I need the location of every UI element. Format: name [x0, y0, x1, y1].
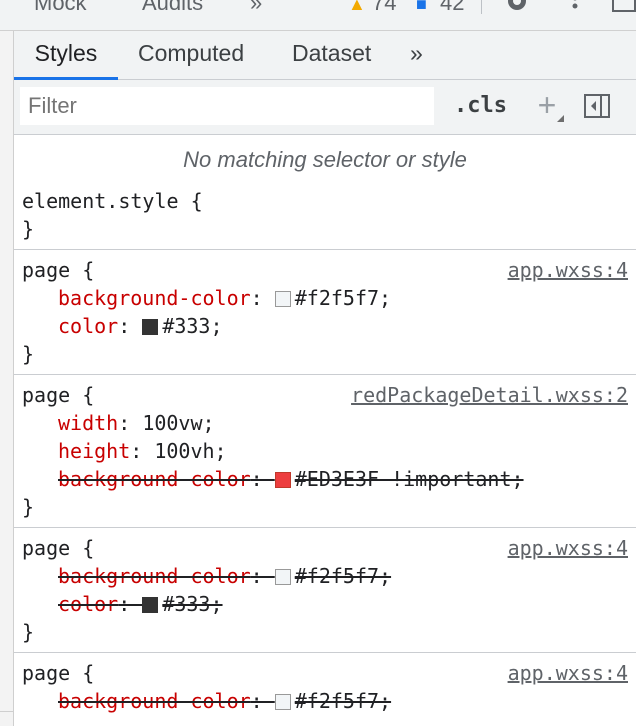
- toggle-sidebar-icon[interactable]: [584, 94, 610, 118]
- style-rule: page { app.wxss:4 background-color: #f2f…: [14, 653, 636, 721]
- style-rule: page { app.wxss:4 background-color: #f2f…: [14, 528, 636, 653]
- color-swatch-icon[interactable]: [142, 319, 159, 335]
- tab-dataset[interactable]: Dataset: [292, 31, 371, 77]
- property-name[interactable]: background-color: [58, 564, 251, 588]
- property-value[interactable]: #f2f5f7;: [295, 286, 391, 310]
- filter-input[interactable]: [20, 87, 434, 125]
- styles-toolbar: .cls +: [14, 80, 636, 135]
- color-swatch-icon[interactable]: [274, 291, 291, 307]
- element-style-close: }: [22, 217, 35, 241]
- rule-source-link[interactable]: redPackageDetail.wxss:2: [351, 381, 628, 409]
- rule-source-link[interactable]: app.wxss:4: [508, 534, 628, 562]
- property-name[interactable]: background-color: [58, 689, 251, 713]
- declaration-overridden[interactable]: background-color: #ED3E3F !important;: [22, 465, 628, 493]
- no-match-message: No matching selector or style: [183, 147, 467, 172]
- toolbar-divider: [481, 0, 482, 14]
- plus-icon: +: [537, 87, 557, 123]
- property-name[interactable]: background-color: [58, 286, 251, 310]
- warning-icon[interactable]: ▲: [348, 0, 366, 15]
- property-name[interactable]: background-color: [58, 467, 251, 491]
- style-rule: page { app.wxss:4 background-color: #f2f…: [14, 250, 636, 375]
- rule-close: }: [22, 495, 35, 519]
- more-tabs-icon[interactable]: »: [250, 0, 262, 16]
- styles-panel: Styles Computed Dataset » .cls + No matc…: [14, 31, 636, 726]
- declaration[interactable]: height: 100vh;: [22, 437, 628, 465]
- gutter-divider: [0, 711, 13, 712]
- color-swatch-icon[interactable]: [274, 472, 291, 488]
- property-name[interactable]: color: [58, 592, 118, 616]
- cls-button[interactable]: .cls: [454, 88, 507, 124]
- rule-close: }: [22, 342, 35, 366]
- property-value[interactable]: #f2f5f7;: [295, 564, 391, 588]
- declaration[interactable]: background-color: #f2f5f7;: [22, 284, 628, 312]
- property-value[interactable]: #f2f5f7;: [295, 689, 391, 713]
- property-value[interactable]: 100vw;: [142, 411, 214, 435]
- element-style-rule: element.style { }: [14, 185, 636, 250]
- color-swatch-icon[interactable]: [274, 694, 291, 710]
- settings-gear-icon[interactable]: [502, 0, 532, 16]
- new-style-rule-button[interactable]: +: [530, 86, 564, 126]
- sidebar-tabs: Styles Computed Dataset »: [14, 31, 636, 80]
- declaration-overridden[interactable]: background-color: #f2f5f7;: [22, 687, 628, 715]
- declaration-overridden[interactable]: background-color: #f2f5f7;: [22, 562, 628, 590]
- property-value[interactable]: 100vh;: [154, 439, 226, 463]
- tab-mock[interactable]: Mock: [34, 0, 87, 16]
- tab-styles[interactable]: Styles: [14, 31, 118, 80]
- corner-triangle-icon: [557, 115, 564, 122]
- rule-source-link[interactable]: app.wxss:4: [508, 256, 628, 284]
- message-count: 42: [440, 0, 465, 15]
- more-tabs-chevron-icon[interactable]: »: [410, 31, 423, 77]
- left-panel-edge: [0, 31, 14, 726]
- property-value[interactable]: #333;: [162, 314, 222, 338]
- devtools-top-toolbar: Mock Audits » ▲ 74 ■ 42: [0, 0, 636, 31]
- more-options-icon[interactable]: [570, 0, 580, 14]
- tab-computed[interactable]: Computed: [138, 31, 244, 77]
- rule-close: }: [22, 620, 35, 644]
- message-icon[interactable]: ■: [416, 0, 427, 15]
- styles-content: No matching selector or style element.st…: [14, 135, 636, 721]
- property-name[interactable]: width: [58, 411, 118, 435]
- rule-source-link[interactable]: app.wxss:4: [508, 659, 628, 687]
- declaration[interactable]: width: 100vw;: [22, 409, 628, 437]
- declaration[interactable]: color: #333;: [22, 312, 628, 340]
- color-swatch-icon[interactable]: [142, 597, 159, 613]
- style-rule: page { redPackageDetail.wxss:2 width: 10…: [14, 375, 636, 528]
- property-name[interactable]: height: [58, 439, 130, 463]
- property-name[interactable]: color: [58, 314, 118, 338]
- element-style-selector[interactable]: element.style {: [22, 187, 628, 215]
- property-value[interactable]: #ED3E3F !important;: [295, 467, 524, 491]
- tab-audits[interactable]: Audits: [142, 0, 203, 16]
- property-value[interactable]: #333;: [162, 592, 222, 616]
- declaration-overridden[interactable]: color: #333;: [22, 590, 628, 618]
- color-swatch-icon[interactable]: [274, 569, 291, 585]
- warning-count: 74: [372, 0, 397, 15]
- dock-side-icon[interactable]: [612, 0, 636, 12]
